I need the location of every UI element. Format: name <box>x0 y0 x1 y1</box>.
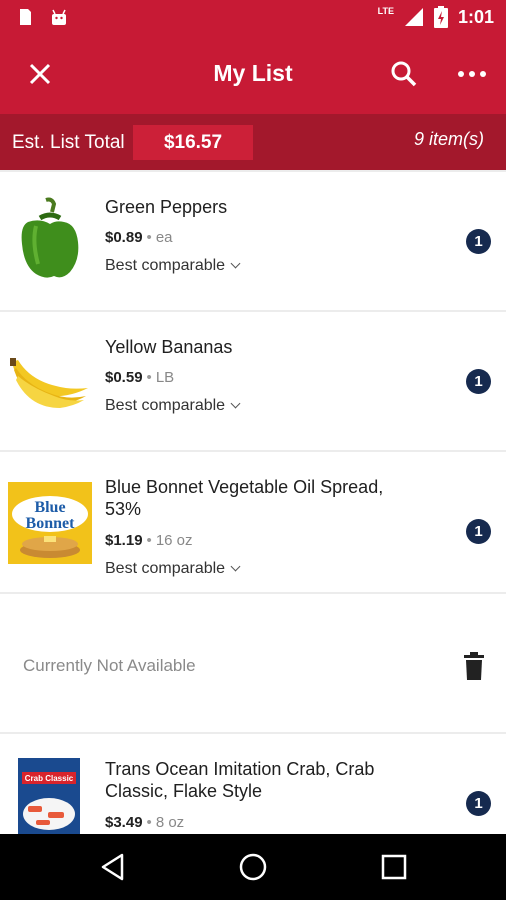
list-item[interactable]: Green Peppers $0.89 • ea Best comparable 1 <box>0 172 506 310</box>
compare-label: Best comparable <box>105 397 226 414</box>
chevron-down-icon <box>230 398 241 409</box>
quantity-badge[interactable]: 1 <box>466 519 491 544</box>
quantity-badge[interactable]: 1 <box>466 229 491 254</box>
banana-image <box>10 358 88 408</box>
signal-icon <box>404 8 423 26</box>
total-label: Est. List Total <box>12 132 125 153</box>
chevron-down-icon <box>230 561 241 572</box>
page-title: My List <box>213 60 293 86</box>
status-bar: LTE 1:01 <box>0 0 506 34</box>
item-name: Trans Ocean Imitation Crab, Crab Classic… <box>105 759 375 801</box>
best-comparable-dropdown[interactable]: Best comparable <box>105 257 241 275</box>
home-icon[interactable] <box>238 852 268 882</box>
item-name: Green Peppers <box>105 197 228 217</box>
system-nav-bar <box>0 834 506 900</box>
item-unit: LB <box>155 369 175 386</box>
price-row: $0.59 • LB <box>105 369 175 386</box>
crab-classic-logo: Crab Classic <box>25 774 74 783</box>
item-price: $1.19 <box>105 532 143 549</box>
item-price: $0.59 <box>105 369 143 386</box>
trash-icon[interactable] <box>462 652 486 680</box>
app-bar: My List <box>0 34 506 114</box>
quantity-badge[interactable]: 1 <box>466 791 491 816</box>
compare-label: Best comparable <box>105 257 226 274</box>
blue-bonnet-image: Blue Bonnet <box>8 482 92 564</box>
more-icon[interactable] <box>455 58 489 90</box>
search-icon[interactable] <box>388 58 420 90</box>
item-price: $3.49 <box>105 814 143 831</box>
network-label: LTE <box>377 6 394 16</box>
best-comparable-dropdown[interactable]: Best comparable <box>105 397 241 415</box>
quantity-badge[interactable]: 1 <box>466 369 491 394</box>
list-item[interactable]: Crab Classic Trans Ocean Imitation Crab,… <box>0 734 506 834</box>
chevron-down-icon <box>230 258 241 269</box>
best-comparable-dropdown[interactable]: Best comparable <box>105 560 241 578</box>
item-unit: ea <box>155 229 173 246</box>
item-count: 9 item(s) <box>413 129 484 149</box>
price-row: $0.89 • ea <box>105 229 173 246</box>
price-row: $3.49 • 8 oz <box>105 814 185 831</box>
back-icon[interactable] <box>98 852 128 882</box>
blue-bonnet-logo: Bonnet <box>26 515 76 532</box>
list-summary-bar: Est. List Total $16.57 9 item(s) <box>0 114 506 170</box>
compare-label: Best comparable <box>105 560 226 577</box>
shopping-list: Green Peppers $0.89 • ea Best comparable 1… <box>0 172 506 834</box>
android-icon <box>52 9 66 25</box>
green-pepper-image <box>21 197 79 278</box>
blue-bonnet-logo: Blue <box>34 499 65 516</box>
sd-card-icon <box>20 9 31 25</box>
list-item[interactable]: Yellow Bananas $0.59 • LB Best comparable … <box>0 312 506 450</box>
clock: 1:01 <box>457 6 494 27</box>
item-unit: 16 oz <box>155 532 193 549</box>
unavailable-label: Currently Not Available <box>23 656 196 675</box>
item-price: $0.89 <box>105 229 143 246</box>
item-name: Blue Bonnet Vegetable Oil Spread, 53% <box>105 477 384 519</box>
price-row: $1.19 • 16 oz <box>105 532 193 549</box>
list-item[interactable]: Blue Bonnet Blue Bonnet Vegetable Oil Sp… <box>0 452 506 592</box>
battery-charging-icon <box>433 6 448 28</box>
total-amount: $16.57 <box>133 125 253 160</box>
recents-icon[interactable] <box>379 852 409 882</box>
unavailable-item: Currently Not Available <box>0 594 506 732</box>
item-unit: 8 oz <box>155 814 185 831</box>
crab-classic-image: Crab Classic <box>18 758 80 834</box>
item-name: Yellow Bananas <box>105 337 233 357</box>
